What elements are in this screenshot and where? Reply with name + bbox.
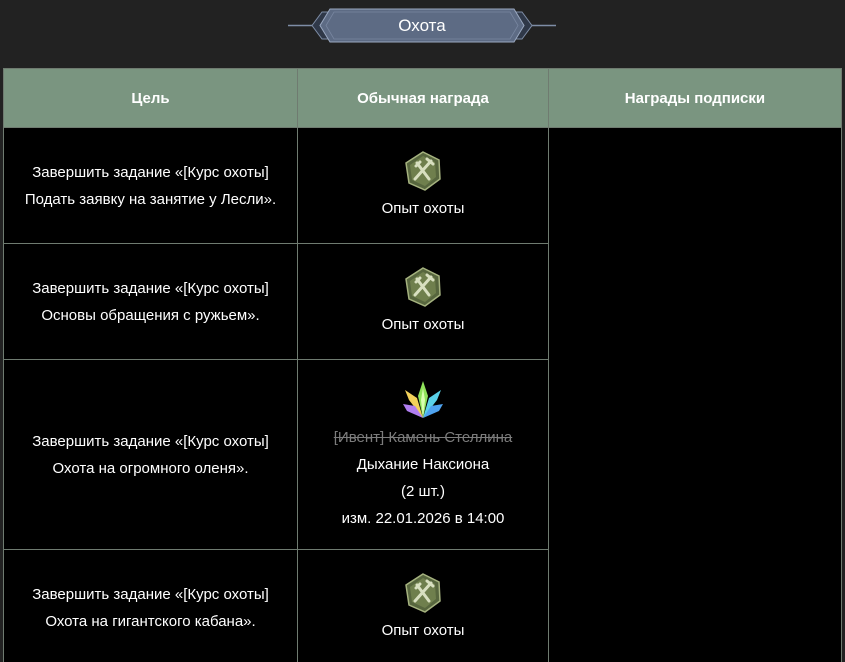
hunting-exp-icon[interactable]	[401, 571, 445, 615]
normal-reward-cell: Опыт охоты	[297, 549, 549, 662]
title-banner: Охота	[288, 7, 556, 44]
normal-reward-cell: [Ивент] Камень Стеллина Дыхание Наксиона…	[297, 359, 549, 550]
reward-label[interactable]: Опыт охоты	[298, 195, 548, 222]
goal-text: Завершить задание «[Курс охоты] Охота на…	[32, 432, 269, 477]
table-header-row: Цель Обычная награда Награды подписки	[2, 68, 843, 128]
goal-text: Завершить задание «[Курс охоты] Основы о…	[32, 279, 269, 324]
reward-old-label: [Ивент] Камень Стеллина	[333, 428, 513, 446]
column-header-goal: Цель	[2, 68, 299, 128]
reward-changed-note: изм. 22.01.2026 в 14:00	[341, 509, 505, 527]
hunting-exp-icon[interactable]	[401, 149, 445, 193]
reward-label[interactable]: Опыт охоты	[298, 617, 548, 644]
page-title: Охота	[398, 16, 446, 35]
goal-cell: Завершить задание «[Курс охоты] Подать з…	[2, 127, 299, 244]
column-header-subscription-reward: Награды подписки	[547, 68, 843, 128]
goal-cell: Завершить задание «[Курс охоты] Основы о…	[2, 243, 299, 360]
goal-cell: Завершить задание «[Курс охоты] Охота на…	[2, 359, 299, 550]
reward-label[interactable]: Опыт охоты	[298, 311, 548, 338]
goal-text: Завершить задание «[Курс охоты] Подать з…	[24, 163, 277, 208]
hunting-exp-icon[interactable]	[401, 265, 445, 309]
column-header-normal-reward: Обычная награда	[297, 68, 549, 128]
reward-quantity: (2 шт.)	[401, 482, 445, 500]
subscription-reward-cell	[547, 127, 843, 662]
stellin-stone-icon[interactable]	[401, 378, 445, 422]
goal-text: Завершить задание «[Курс охоты] Охота на…	[32, 585, 269, 630]
normal-reward-cell: Опыт охоты	[297, 243, 549, 360]
reward-label[interactable]: Дыхание Наксиона	[298, 451, 548, 478]
goal-cell: Завершить задание «[Курс охоты] Охота на…	[2, 549, 299, 662]
page: Охота Цель Обычная награда Награды подпи…	[0, 0, 845, 662]
rewards-table: Цель Обычная награда Награды подписки За…	[2, 68, 843, 662]
table-row: Завершить задание «[Курс охоты] Подать з…	[2, 127, 843, 662]
normal-reward-cell: Опыт охоты	[297, 127, 549, 244]
